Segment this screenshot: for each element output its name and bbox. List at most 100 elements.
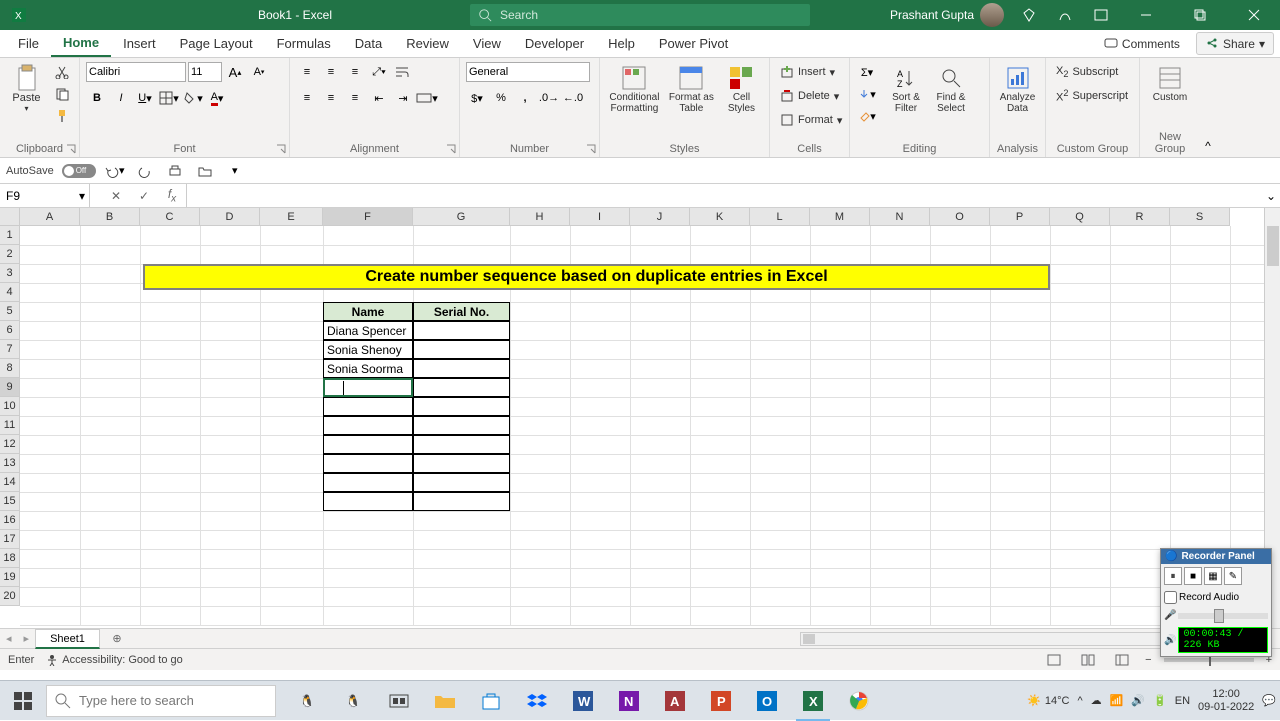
column-header-R[interactable]: R — [1110, 208, 1170, 226]
align-right-button[interactable]: ≡ — [344, 88, 366, 108]
taskbar-taskview[interactable] — [376, 681, 422, 721]
recorder-region-button[interactable]: ▦ — [1204, 567, 1222, 585]
minimize-button[interactable] — [1126, 0, 1166, 30]
bold-button[interactable]: B — [86, 88, 108, 108]
delete-cells-button[interactable]: Delete ▾ — [776, 86, 843, 106]
close-button[interactable] — [1234, 0, 1274, 30]
tab-view[interactable]: View — [461, 30, 513, 57]
collapse-ribbon-button[interactable]: ^ — [1200, 58, 1216, 157]
cell-name-row-7[interactable]: Sonia Shenoy — [323, 340, 413, 359]
number-format-combo[interactable] — [466, 62, 590, 82]
tray-language[interactable]: EN — [1175, 695, 1190, 707]
undo-button[interactable]: ▾ — [104, 161, 126, 181]
formula-input[interactable] — [187, 184, 1262, 207]
row-header-13[interactable]: 13 — [0, 454, 20, 473]
tray-chevron-up[interactable]: ^ — [1077, 695, 1082, 707]
page-layout-view-button[interactable] — [1077, 651, 1099, 669]
tab-power-pivot[interactable]: Power Pivot — [647, 30, 740, 57]
select-all-button[interactable] — [0, 208, 20, 226]
row-header-9[interactable]: 9 — [0, 378, 20, 397]
taskbar-explorer[interactable] — [422, 681, 468, 721]
taskbar-penguin1[interactable]: 🐧 — [284, 681, 330, 721]
add-sheet-button[interactable]: ⊕ — [106, 632, 128, 645]
name-box[interactable]: F9 ▾ — [0, 184, 90, 207]
ribbon-mode-icon[interactable] — [1090, 4, 1112, 26]
tray-clock[interactable]: 12:00 09-01-2022 — [1198, 688, 1254, 714]
cell-styles-button[interactable]: Cell Styles — [720, 62, 763, 114]
page-break-view-button[interactable] — [1111, 651, 1133, 669]
fill-color-button[interactable]: ▾ — [182, 88, 204, 108]
row-header-14[interactable]: 14 — [0, 473, 20, 492]
column-header-M[interactable]: M — [810, 208, 870, 226]
taskbar-penguin2[interactable]: 🐧 — [330, 681, 376, 721]
column-header-I[interactable]: I — [570, 208, 630, 226]
align-top-button[interactable]: ≡ — [296, 62, 318, 82]
tab-review[interactable]: Review — [394, 30, 461, 57]
cell-name-row-8[interactable]: Sonia Soorma — [323, 359, 413, 378]
sheet-nav-prev[interactable]: ◂ — [0, 632, 18, 645]
column-header-S[interactable]: S — [1170, 208, 1230, 226]
cell-name-row-15[interactable] — [323, 492, 413, 511]
insert-cells-button[interactable]: Insert ▾ — [776, 62, 839, 82]
taskbar-search[interactable]: Type here to search — [46, 685, 276, 717]
taskbar-store[interactable] — [468, 681, 514, 721]
column-header-P[interactable]: P — [990, 208, 1050, 226]
column-header-B[interactable]: B — [80, 208, 140, 226]
row-header-7[interactable]: 7 — [0, 340, 20, 359]
copy-button[interactable] — [51, 84, 73, 104]
start-button[interactable] — [0, 681, 46, 721]
maximize-button[interactable] — [1180, 0, 1220, 30]
sheet-tab[interactable]: Sheet1 — [35, 629, 100, 649]
record-audio-checkbox[interactable] — [1164, 591, 1177, 604]
user-account[interactable]: Prashant Gupta — [890, 3, 1004, 27]
font-size-combo[interactable] — [188, 62, 222, 82]
cell-name-row-11[interactable] — [323, 416, 413, 435]
paste-button[interactable]: Paste ▾ — [6, 62, 47, 113]
row-header-2[interactable]: 2 — [0, 245, 20, 264]
format-as-table-button[interactable]: Format as Table — [667, 62, 716, 114]
tray-wifi-icon[interactable]: 📶 — [1110, 694, 1124, 707]
redo-button[interactable] — [134, 161, 156, 181]
tab-page-layout[interactable]: Page Layout — [168, 30, 265, 57]
cell-name-row-13[interactable] — [323, 454, 413, 473]
column-header-Q[interactable]: Q — [1050, 208, 1110, 226]
tray-onedrive-icon[interactable]: ☁ — [1091, 694, 1102, 707]
taskbar-outlook[interactable]: O — [744, 681, 790, 721]
borders-button[interactable]: ▾ — [158, 88, 180, 108]
row-header-4[interactable]: 4 — [0, 283, 20, 302]
align-bottom-button[interactable]: ≡ — [344, 62, 366, 82]
format-cells-button[interactable]: Format ▾ — [776, 110, 846, 130]
taskbar-excel[interactable]: X — [790, 681, 836, 721]
active-cell[interactable] — [323, 378, 413, 397]
increase-font-button[interactable]: A▴ — [224, 62, 246, 82]
row-headers[interactable]: 1234567891011121314151617181920 — [0, 226, 20, 606]
tab-developer[interactable]: Developer — [513, 30, 596, 57]
fx-button[interactable]: fx — [158, 184, 186, 207]
tray-volume-icon[interactable]: 🔊 — [1131, 694, 1145, 707]
sort-filter-button[interactable]: AZ Sort & Filter — [886, 62, 926, 114]
column-header-N[interactable]: N — [870, 208, 930, 226]
recorder-volume-slider[interactable] — [1178, 613, 1268, 619]
comments-button[interactable]: Comments — [1094, 30, 1190, 57]
column-header-F[interactable]: F — [323, 208, 413, 226]
enter-formula-button[interactable]: ✓ — [130, 184, 158, 207]
tab-home[interactable]: Home — [51, 30, 111, 57]
recorder-pause-button[interactable]: ⏸ — [1164, 567, 1182, 585]
increase-decimal-button[interactable]: .0→ — [538, 88, 560, 108]
fill-button[interactable]: ▾ — [856, 84, 878, 104]
qat-print-button[interactable] — [164, 161, 186, 181]
row-header-15[interactable]: 15 — [0, 492, 20, 511]
tray-notifications-icon[interactable]: 💬 — [1262, 694, 1276, 707]
row-header-1[interactable]: 1 — [0, 226, 20, 245]
column-header-E[interactable]: E — [260, 208, 323, 226]
row-header-11[interactable]: 11 — [0, 416, 20, 435]
row-header-12[interactable]: 12 — [0, 435, 20, 454]
cell-serial-row-11[interactable] — [413, 416, 510, 435]
weather-widget[interactable]: ☀️14°C — [1027, 694, 1069, 707]
expand-formula-bar-button[interactable]: ⌄ — [1262, 184, 1280, 207]
conditional-formatting-button[interactable]: Conditional Formatting — [606, 62, 663, 114]
custom-button[interactable]: Custom — [1146, 62, 1194, 103]
share-button[interactable]: Share ▾ — [1196, 32, 1274, 55]
align-left-button[interactable]: ≡ — [296, 88, 318, 108]
column-header-O[interactable]: O — [930, 208, 990, 226]
